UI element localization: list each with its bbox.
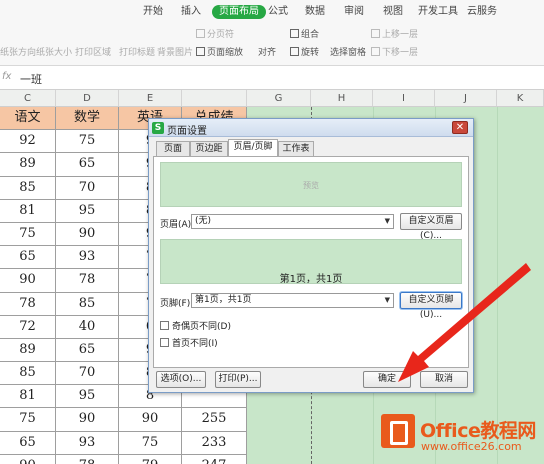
watermark-brand: Office教程网 bbox=[420, 420, 536, 442]
office-logo-icon bbox=[381, 414, 415, 448]
pointer-arrow-shape bbox=[398, 263, 531, 382]
pointer-arrow-icon bbox=[398, 263, 531, 382]
watermark-url: www.office26.com bbox=[421, 440, 522, 453]
